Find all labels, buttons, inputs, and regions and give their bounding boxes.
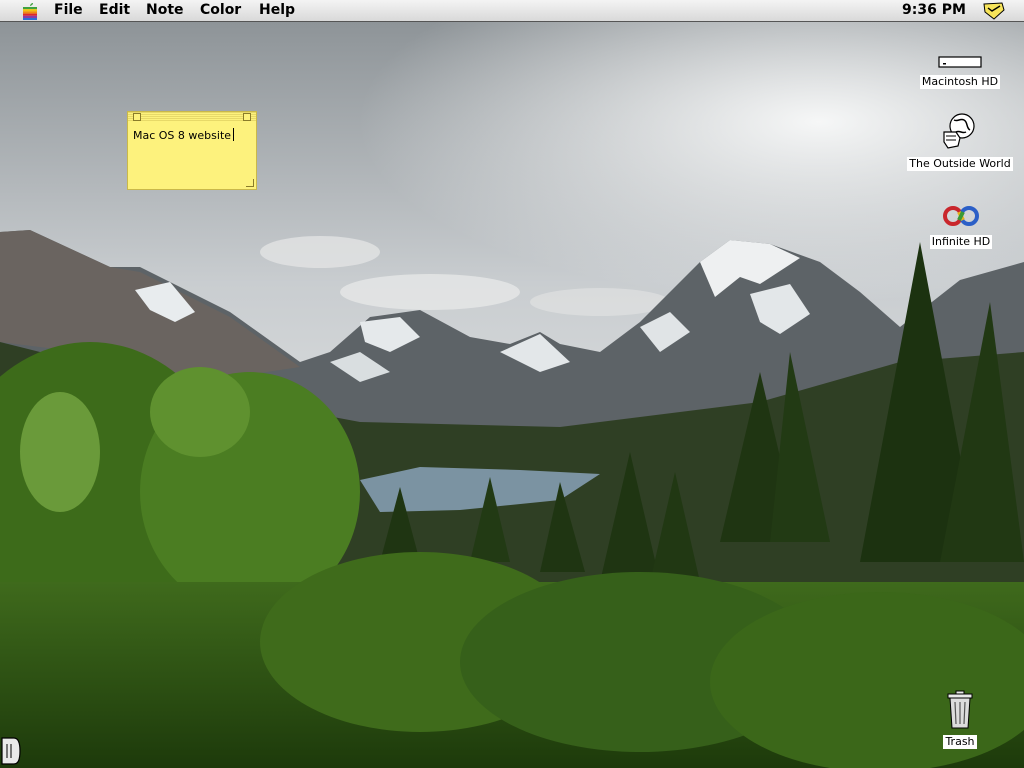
- sticky-note-text-area[interactable]: Mac OS 8 website: [133, 128, 235, 142]
- desktop-icon-trash[interactable]: Trash: [930, 690, 990, 749]
- sticky-resize-handle[interactable]: [246, 179, 254, 187]
- menu-bar-clock[interactable]: 9:36 PM: [902, 1, 966, 20]
- menu-note[interactable]: Note: [140, 1, 190, 20]
- menu-edit[interactable]: Edit: [93, 1, 136, 20]
- sticky-zoom-box[interactable]: [243, 113, 251, 121]
- sticky-note-text: Mac OS 8 website: [133, 129, 232, 142]
- desktop-icon-the-outside-world[interactable]: The Outside World: [900, 112, 1020, 171]
- desktop-icon-infinite-hd[interactable]: Infinite HD: [916, 202, 1006, 249]
- globe-hand-icon: [943, 113, 975, 149]
- menu-file[interactable]: File: [48, 1, 89, 20]
- icon-label-trash: Trash: [943, 735, 977, 749]
- stickies-app-icon[interactable]: [980, 0, 1008, 21]
- menu-bar: File Edit Note Color Help 9:36 PM: [0, 0, 1024, 22]
- infinity-disk-icon: [943, 206, 979, 226]
- icon-label-macintosh-hd: Macintosh HD: [919, 75, 1001, 89]
- hard-drive-icon: [938, 56, 982, 68]
- sticky-note-title-bar[interactable]: [128, 112, 256, 121]
- icon-label-the-outside-world: The Outside World: [907, 157, 1013, 171]
- menu-color[interactable]: Color: [194, 1, 247, 20]
- menu-help[interactable]: Help: [253, 1, 301, 20]
- launcher-drawer-tab[interactable]: [0, 736, 22, 766]
- rainbow-apple-icon[interactable]: [20, 1, 40, 21]
- desktop-icon-macintosh-hd[interactable]: Macintosh HD: [912, 54, 1008, 89]
- icon-label-infinite-hd: Infinite HD: [929, 235, 993, 249]
- text-caret: [233, 128, 235, 141]
- sticky-note[interactable]: Mac OS 8 website: [127, 111, 257, 190]
- sticky-close-box[interactable]: [133, 113, 141, 121]
- trash-icon: [947, 690, 973, 729]
